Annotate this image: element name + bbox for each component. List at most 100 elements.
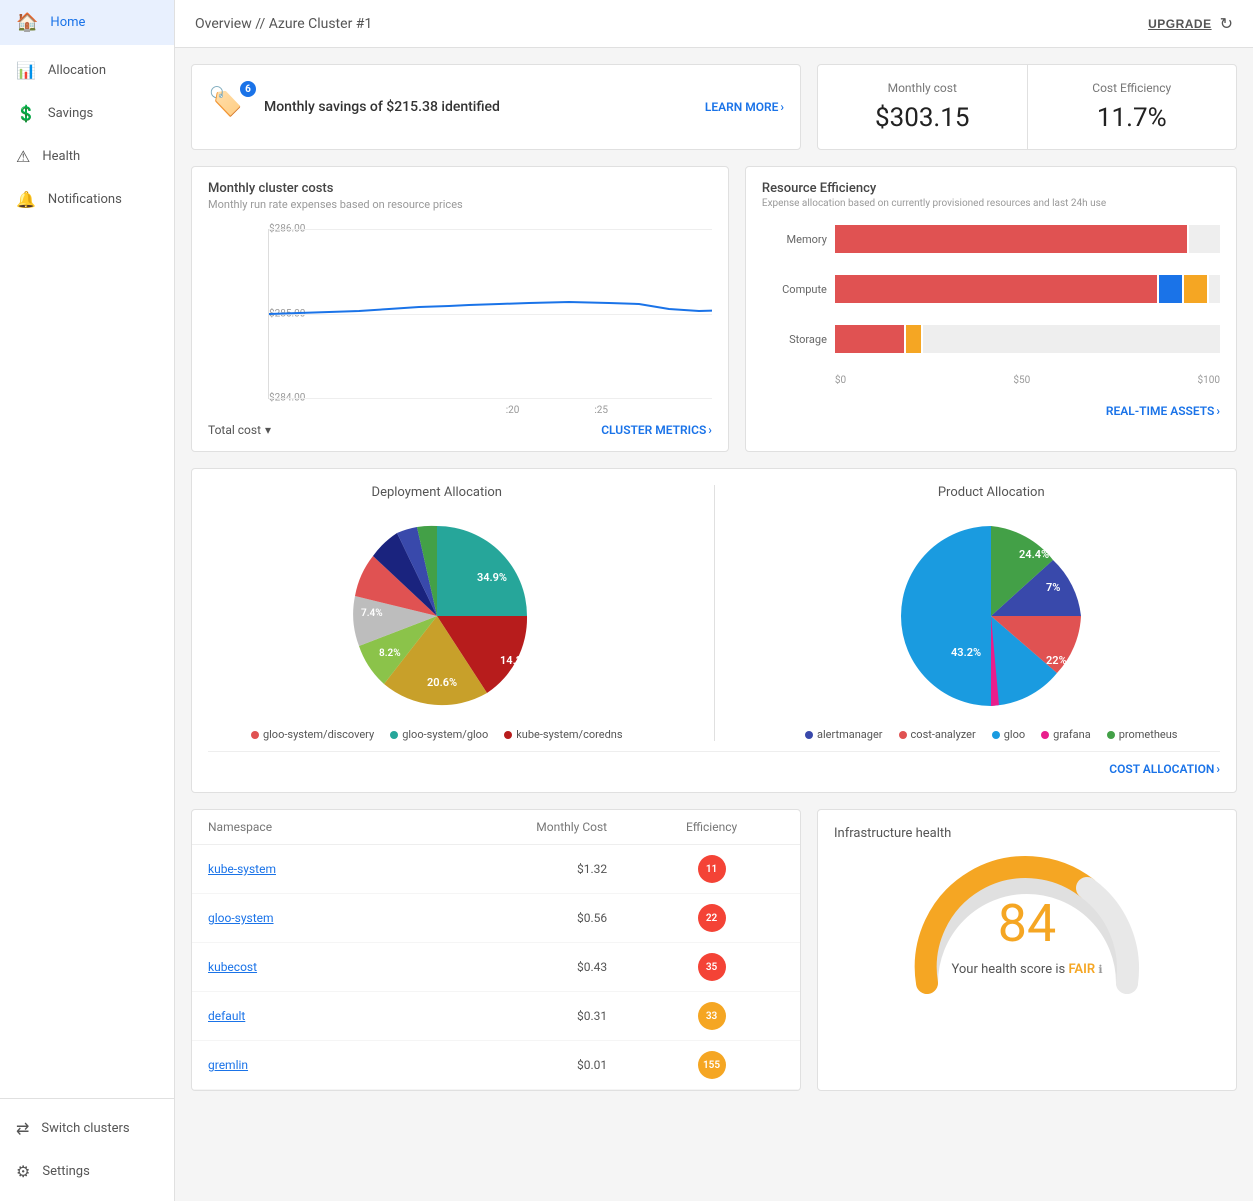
cost-analyzer-label: cost-analyzer [911, 728, 976, 741]
monthly-costs-subtitle: Monthly run rate expenses based on resou… [208, 198, 712, 211]
row-efficiency: 11 [623, 845, 800, 894]
product-legend: alertmanager cost-analyzer gloo gra [805, 728, 1177, 741]
memory-bar [835, 225, 1220, 253]
deployment-legend: gloo-system/discovery gloo-system/gloo k… [251, 728, 623, 741]
infrastructure-health-card: Infrastructure health 84 Your health sco… [817, 809, 1237, 1091]
table-row: default $0.31 33 [192, 992, 800, 1041]
metrics-card: Monthly cost $303.15 Cost Efficiency 11.… [817, 64, 1237, 150]
prometheus-label: prometheus [1119, 728, 1178, 741]
gloo-product-label: gloo [1004, 728, 1025, 741]
total-cost-selector[interactable]: Total cost ▾ [208, 423, 271, 437]
legend-gloo: gloo-system/gloo [390, 728, 488, 741]
discovery-dot [251, 731, 259, 739]
sidebar-item-switch-clusters[interactable]: ⇄ Switch clusters [0, 1107, 174, 1150]
main-content: Overview // Azure Cluster #1 UPGRADE ↻ 🏷… [175, 0, 1253, 1201]
sidebar-notifications-label: Notifications [48, 192, 122, 207]
alertmanager-dot [805, 731, 813, 739]
savings-icon: 🏷️ [208, 85, 243, 118]
row-cost: $0.01 [405, 1041, 624, 1090]
legend-gloo-product: gloo [992, 728, 1025, 741]
legend-grafana: grafana [1041, 728, 1091, 741]
col-monthly-cost: Monthly Cost [405, 810, 624, 845]
sidebar-item-savings[interactable]: 💲 Savings [0, 92, 174, 135]
deployment-allocation-block: Deployment Allocation [208, 485, 666, 741]
svg-text:24.4%: 24.4% [1019, 548, 1049, 561]
chevron-right-icon: › [780, 100, 784, 114]
gloo-dot [390, 731, 398, 739]
prometheus-dot [1107, 731, 1115, 739]
namespace-link[interactable]: default [192, 992, 405, 1041]
svg-text:43.2%: 43.2% [951, 646, 981, 659]
x-label-20: :20 [506, 405, 520, 416]
cost-efficiency-label: Cost Efficiency [1048, 81, 1217, 95]
legend-alertmanager: alertmanager [805, 728, 883, 741]
sidebar-item-allocation[interactable]: 📊 Allocation [0, 49, 174, 92]
home-icon: 🏠 [16, 12, 38, 33]
svg-text:8.2%: 8.2% [379, 648, 401, 659]
banner-icon-wrap: 🏷️ 6 [208, 85, 252, 129]
sidebar-item-settings[interactable]: ⚙ Settings [0, 1150, 174, 1193]
grid-line-bot [269, 398, 712, 399]
upgrade-button[interactable]: UPGRADE [1148, 17, 1212, 31]
row-cost: $1.32 [405, 845, 624, 894]
sidebar-savings-label: Savings [48, 106, 93, 121]
switch-icon: ⇄ [16, 1119, 29, 1138]
bar-chart: Memory Compute [762, 225, 1220, 386]
legend-cost-analyzer: cost-analyzer [899, 728, 976, 741]
memory-free [1189, 225, 1220, 253]
cluster-metrics-link[interactable]: CLUSTER METRICS › [601, 423, 712, 437]
gear-icon: ⚙ [16, 1162, 30, 1181]
bar-x-labels: $0 $50 $100 [835, 375, 1220, 386]
sidebar-item-home[interactable]: 🏠 Home [0, 0, 174, 45]
product-pie-chart: 43.2% 22% 7% 24.4% [891, 516, 1091, 716]
monthly-costs-title: Monthly cluster costs [208, 181, 712, 196]
svg-text:20.6%: 20.6% [427, 676, 457, 689]
row-2: Monthly cluster costs Monthly run rate e… [191, 166, 1237, 452]
row-1: 🏷️ 6 Monthly savings of $215.38 identifi… [191, 64, 1237, 150]
resource-efficiency-subtitle: Expense allocation based on currently pr… [762, 198, 1220, 209]
sidebar-nav: 📊 Allocation 💲 Savings ⚠ Health 🔔 Notifi… [0, 45, 174, 1098]
cost-analyzer-dot [899, 731, 907, 739]
coredns-label: kube-system/coredns [516, 728, 622, 741]
col-efficiency: Efficiency [623, 810, 800, 845]
row-efficiency: 33 [623, 992, 800, 1041]
info-icon[interactable]: ℹ [1098, 963, 1102, 976]
deployment-allocation-title: Deployment Allocation [372, 485, 502, 500]
legend-prometheus: prometheus [1107, 728, 1178, 741]
bell-icon: 🔔 [16, 190, 36, 209]
line-chart: $286.00 $285.00 $284.00 :20 :25 [268, 229, 712, 399]
storage-orange [906, 325, 921, 353]
sidebar-bottom: ⇄ Switch clusters ⚙ Settings [0, 1098, 174, 1201]
legend-discovery: gloo-system/discovery [251, 728, 374, 741]
cost-allocation-link[interactable]: COST ALLOCATION › [1109, 762, 1220, 776]
learn-more-link[interactable]: LEARN MORE › [705, 100, 784, 114]
namespace-table-card: Namespace Monthly Cost Efficiency kube-s… [191, 809, 801, 1091]
resource-efficiency-title: Resource Efficiency [762, 181, 1220, 196]
sidebar-item-notifications[interactable]: 🔔 Notifications [0, 178, 174, 221]
savings-banner: 🏷️ 6 Monthly savings of $215.38 identifi… [191, 64, 801, 150]
dropdown-arrow-icon: ▾ [265, 423, 271, 437]
sidebar-allocation-label: Allocation [48, 63, 106, 78]
refresh-icon[interactable]: ↻ [1220, 14, 1233, 33]
row-efficiency: 155 [623, 1041, 800, 1090]
svg-text:7.4%: 7.4% [361, 608, 383, 619]
efficiency-badge: 22 [698, 904, 726, 932]
chart-footer: Total cost ▾ CLUSTER METRICS › [208, 423, 712, 437]
sidebar-item-health[interactable]: ⚠ Health [0, 135, 174, 178]
storage-used [835, 325, 904, 353]
table-body: kube-system $1.32 11 gloo-system $0.56 2… [192, 845, 800, 1090]
banner-badge: 6 [240, 81, 256, 97]
legend-coredns: kube-system/coredns [504, 728, 622, 741]
x-100: $100 [1198, 375, 1220, 386]
namespace-link[interactable]: kubecost [192, 943, 405, 992]
coredns-dot [504, 731, 512, 739]
real-time-assets-link[interactable]: REAL-TIME ASSETS › [1106, 404, 1220, 418]
namespace-link[interactable]: gloo-system [192, 894, 405, 943]
namespace-link[interactable]: kube-system [192, 845, 405, 894]
row-4: Namespace Monthly Cost Efficiency kube-s… [191, 809, 1237, 1091]
monthly-costs-chart-card: Monthly cluster costs Monthly run rate e… [191, 166, 729, 452]
namespace-link[interactable]: gremlin [192, 1041, 405, 1090]
sidebar: 🏠 Home 📊 Allocation 💲 Savings ⚠ Health 🔔… [0, 0, 175, 1201]
health-icon: ⚠ [16, 147, 30, 166]
efficiency-badge: 155 [698, 1051, 726, 1079]
